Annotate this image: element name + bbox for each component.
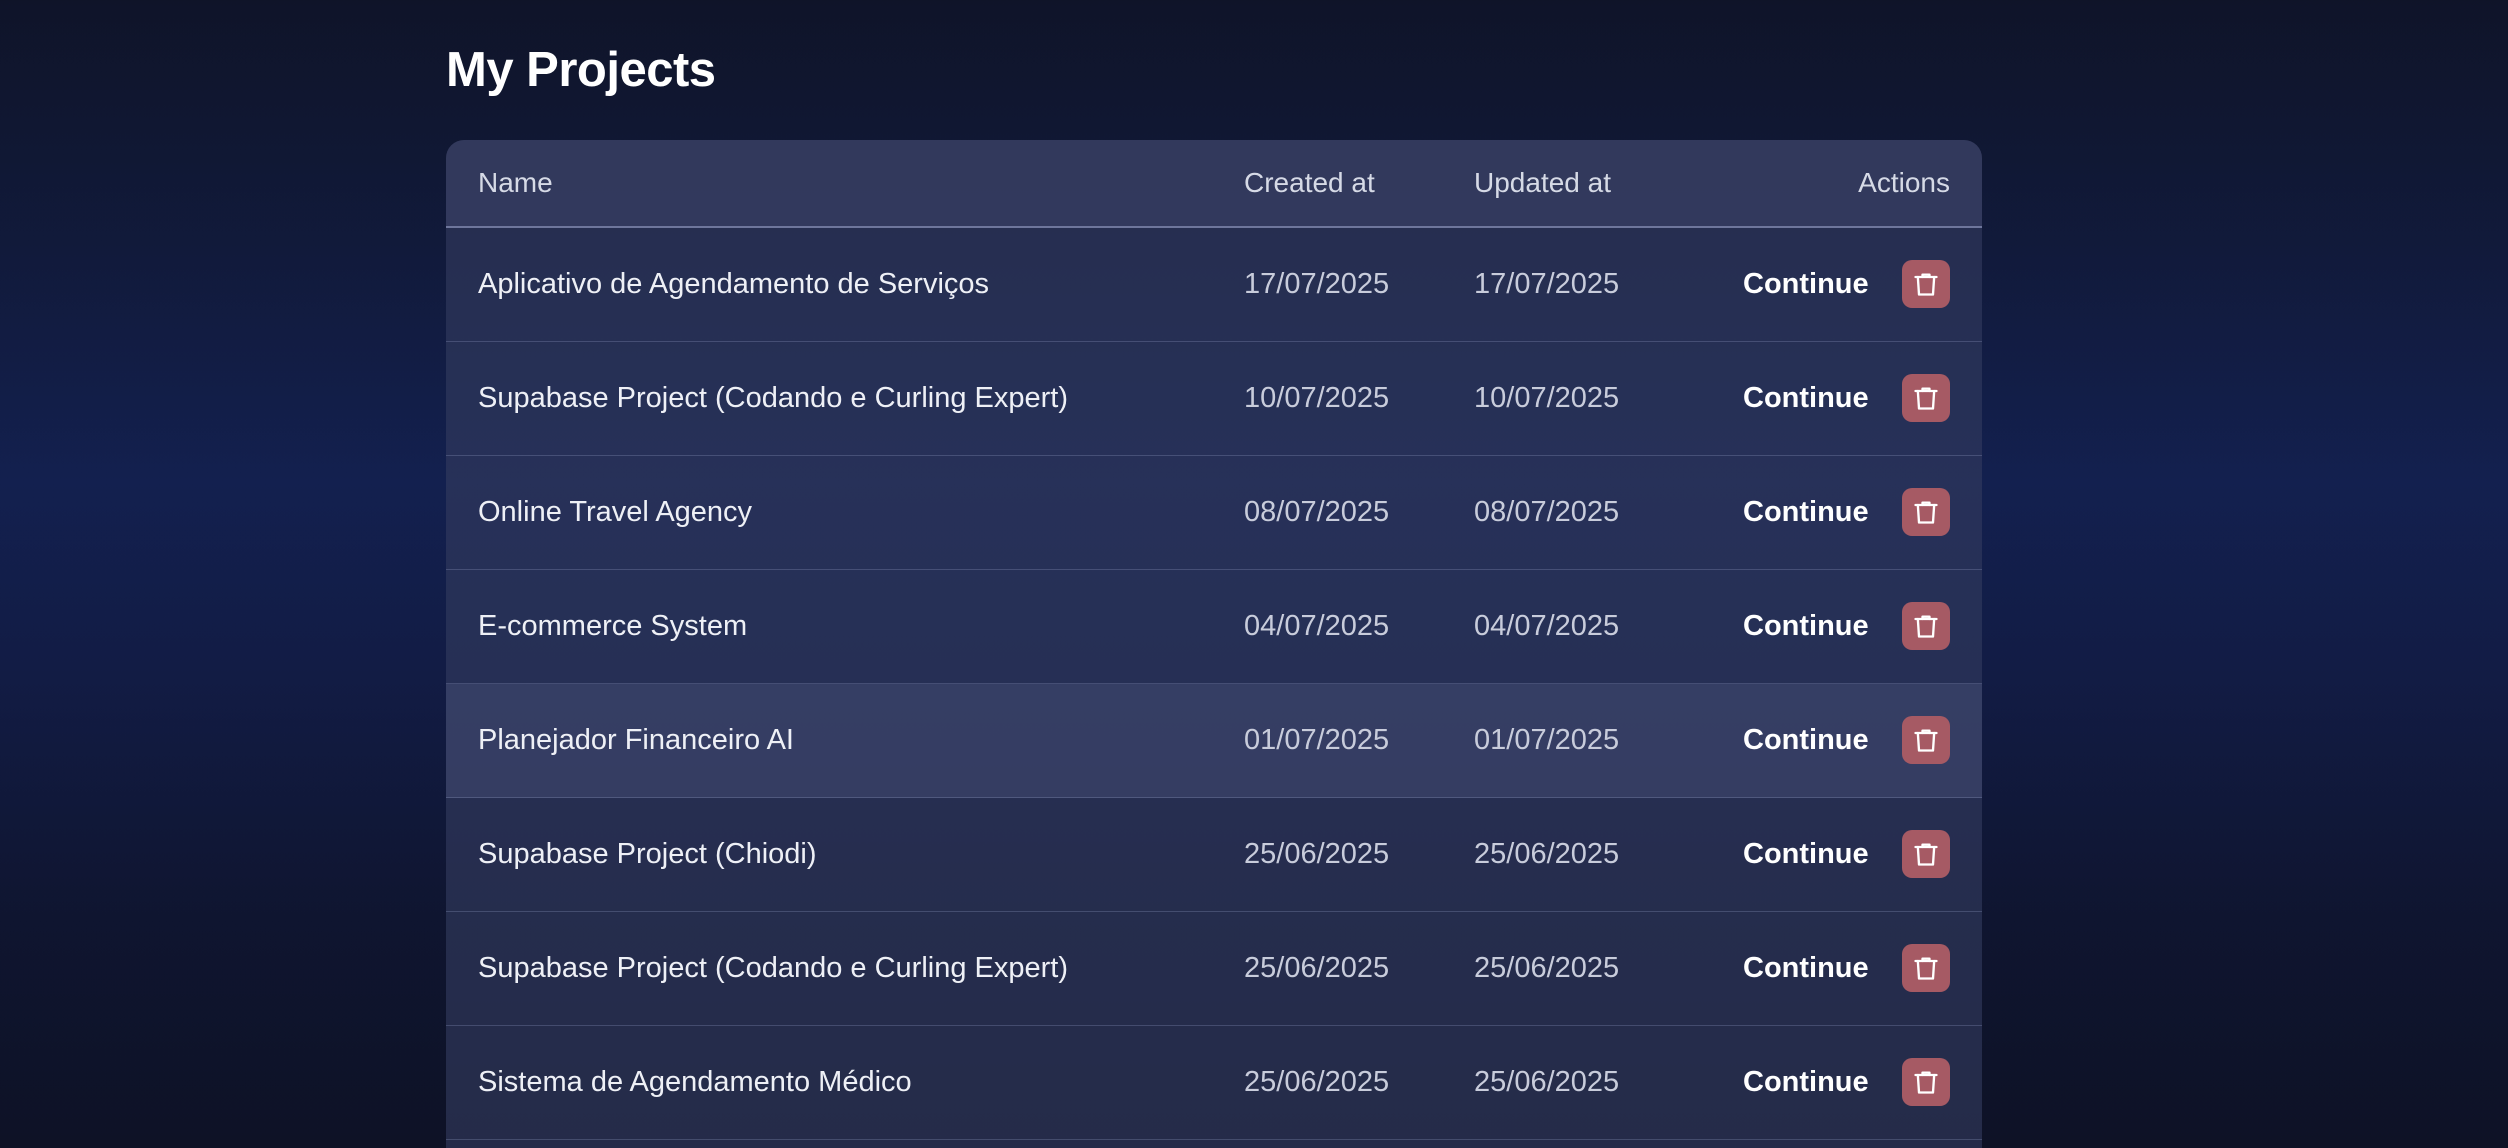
project-name: Online Travel Agency	[478, 496, 753, 528]
continue-button[interactable]: Continue	[1743, 798, 1869, 911]
table-row: Supabase Project (Codando e Curling Expe…	[446, 912, 1982, 1026]
continue-button[interactable]: Continue	[1743, 684, 1869, 797]
project-created-at: 01/07/2025	[1244, 724, 1390, 756]
project-created-at: 10/07/2025	[1244, 382, 1390, 414]
continue-button[interactable]: Continue	[1743, 228, 1869, 341]
project-name: Planejador Financeiro AI	[478, 724, 794, 756]
delete-button[interactable]	[1902, 488, 1950, 536]
column-header-name: Name	[478, 167, 553, 198]
trash-icon	[1914, 729, 1938, 752]
project-name: Supabase Project (Chiodi)	[478, 838, 817, 870]
trash-icon	[1914, 957, 1938, 980]
project-created-at: 17/07/2025	[1244, 268, 1390, 300]
project-updated-at: 10/07/2025	[1474, 382, 1620, 414]
delete-button[interactable]	[1902, 830, 1950, 878]
table-row-hovered: Planejador Financeiro AI 01/07/2025 01/0…	[446, 684, 1982, 798]
project-updated-at: 25/06/2025	[1474, 1066, 1620, 1098]
column-header-updated-at: Updated at	[1474, 167, 1611, 198]
continue-button[interactable]: Continue	[1743, 1026, 1869, 1139]
project-updated-at: 01/07/2025	[1474, 724, 1620, 756]
continue-button[interactable]: Continue	[1743, 912, 1869, 1025]
project-created-at: 25/06/2025	[1244, 952, 1390, 984]
delete-button[interactable]	[1902, 716, 1950, 764]
project-created-at: 25/06/2025	[1244, 1066, 1390, 1098]
delete-button[interactable]	[1902, 1058, 1950, 1106]
trash-icon	[1914, 843, 1938, 866]
delete-button[interactable]	[1902, 260, 1950, 308]
trash-icon	[1914, 273, 1938, 296]
table-row: Supabase Project (Codando e Curling Expe…	[446, 342, 1982, 456]
trash-icon	[1914, 1071, 1938, 1094]
delete-button[interactable]	[1902, 944, 1950, 992]
delete-button[interactable]	[1902, 602, 1950, 650]
project-name: Supabase Project (Codando e Curling Expe…	[478, 952, 1068, 984]
project-name: Sistema de Agendamento Médico	[478, 1066, 912, 1098]
project-name: Aplicativo de Agendamento de Serviços	[478, 268, 990, 300]
table-body: Aplicativo de Agendamento de Serviços 17…	[446, 228, 1982, 1140]
trash-icon	[1914, 501, 1938, 524]
table-row: Aplicativo de Agendamento de Serviços 17…	[446, 228, 1982, 342]
table-row: E-commerce System 04/07/2025 04/07/2025 …	[446, 570, 1982, 684]
continue-button[interactable]: Continue	[1743, 570, 1869, 683]
project-updated-at: 25/06/2025	[1474, 952, 1620, 984]
trash-icon	[1914, 615, 1938, 638]
project-created-at: 08/07/2025	[1244, 496, 1390, 528]
table-row: Sistema de Agendamento Médico 25/06/2025…	[446, 1026, 1982, 1140]
table-row: Online Travel Agency 08/07/2025 08/07/20…	[446, 456, 1982, 570]
project-updated-at: 17/07/2025	[1474, 268, 1620, 300]
project-updated-at: 08/07/2025	[1474, 496, 1620, 528]
page-title: My Projects	[446, 43, 716, 97]
column-header-actions: Actions	[1858, 167, 1950, 198]
table-header: Name Created at Updated at Actions	[446, 140, 1982, 228]
project-created-at: 04/07/2025	[1244, 610, 1390, 642]
delete-button[interactable]	[1902, 374, 1950, 422]
project-created-at: 25/06/2025	[1244, 838, 1390, 870]
continue-button[interactable]: Continue	[1743, 456, 1869, 569]
project-updated-at: 04/07/2025	[1474, 610, 1620, 642]
column-header-created-at: Created at	[1244, 167, 1375, 198]
table-row: Supabase Project (Chiodi) 25/06/2025 25/…	[446, 798, 1982, 912]
project-updated-at: 25/06/2025	[1474, 838, 1620, 870]
continue-button[interactable]: Continue	[1743, 342, 1869, 455]
trash-icon	[1914, 387, 1938, 410]
project-name: Supabase Project (Codando e Curling Expe…	[478, 382, 1068, 414]
project-name: E-commerce System	[478, 610, 748, 642]
projects-table: Name Created at Updated at Actions Aplic…	[446, 140, 1982, 1148]
